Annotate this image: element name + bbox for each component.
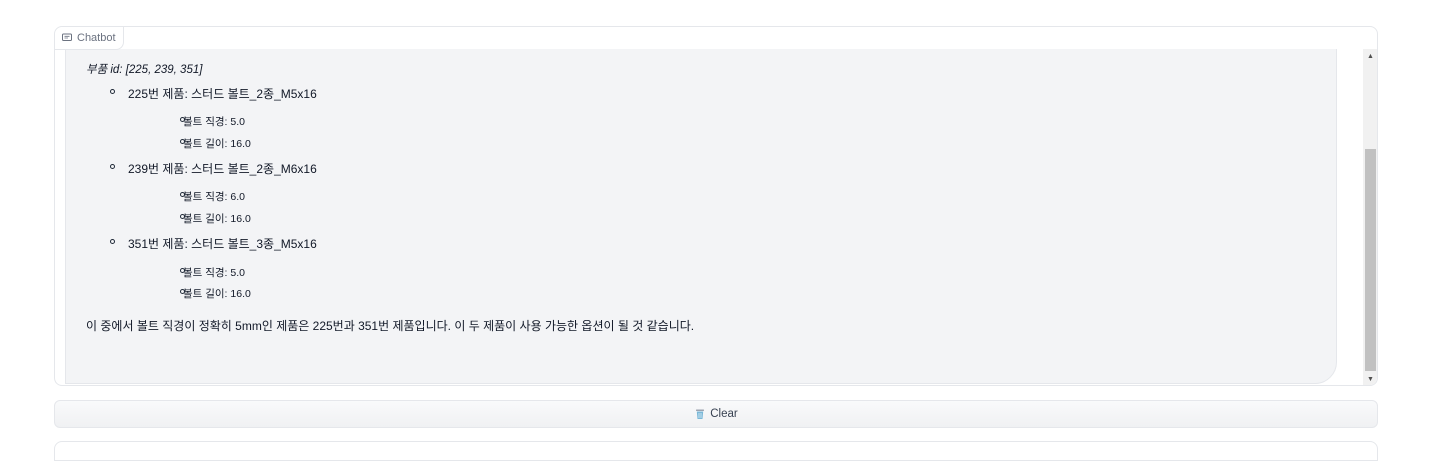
product-item: 351번 제품: 스터드 볼트_3종_M5x16	[128, 237, 317, 251]
trash-icon	[694, 408, 706, 420]
scroll-thumb[interactable]	[1365, 149, 1376, 371]
list-bullet	[110, 239, 115, 244]
product-spec: 볼트 길이: 16.0	[183, 288, 251, 300]
product-spec: 볼트 길이: 16.0	[183, 213, 251, 225]
product-item: 239번 제품: 스터드 볼트_2종_M6x16	[128, 162, 317, 176]
scroll-down-arrow-icon[interactable]: ▼	[1363, 372, 1377, 385]
bot-message: 부품 id: [225, 239, 351] 225번 제품: 스터드 볼트_2…	[65, 49, 1337, 384]
input-panel	[54, 441, 1378, 461]
product-spec: 볼트 길이: 16.0	[183, 138, 251, 150]
conclusion-text: 이 중에서 볼트 직경이 정확히 5mm인 제품은 225번과 351번 제품입…	[86, 319, 695, 333]
list-bullet	[110, 89, 115, 94]
chat-messages[interactable]: 부품 id: [225, 239, 351] 225번 제품: 스터드 볼트_2…	[55, 49, 1362, 385]
chatbot-label: Chatbot	[55, 27, 124, 50]
clear-button-label: Clear	[710, 408, 738, 420]
chat-bubble-icon	[62, 33, 72, 43]
parts-id-line: 부품 id: [225, 239, 351]	[86, 64, 203, 76]
chatbot-panel: Chatbot 부품 id: [225, 239, 351] 225번 제품: …	[54, 26, 1378, 386]
list-bullet	[110, 164, 115, 169]
product-item: 225번 제품: 스터드 볼트_2종_M5x16	[128, 87, 317, 101]
chat-scrollbar[interactable]: ▲ ▼	[1363, 49, 1377, 385]
chatbot-label-text: Chatbot	[77, 32, 116, 44]
clear-button[interactable]: Clear	[54, 400, 1378, 428]
product-spec: 볼트 직경: 5.0	[183, 116, 245, 128]
scroll-up-arrow-icon[interactable]: ▲	[1363, 49, 1377, 63]
product-spec: 볼트 직경: 6.0	[183, 191, 245, 203]
product-spec: 볼트 직경: 5.0	[183, 267, 245, 279]
